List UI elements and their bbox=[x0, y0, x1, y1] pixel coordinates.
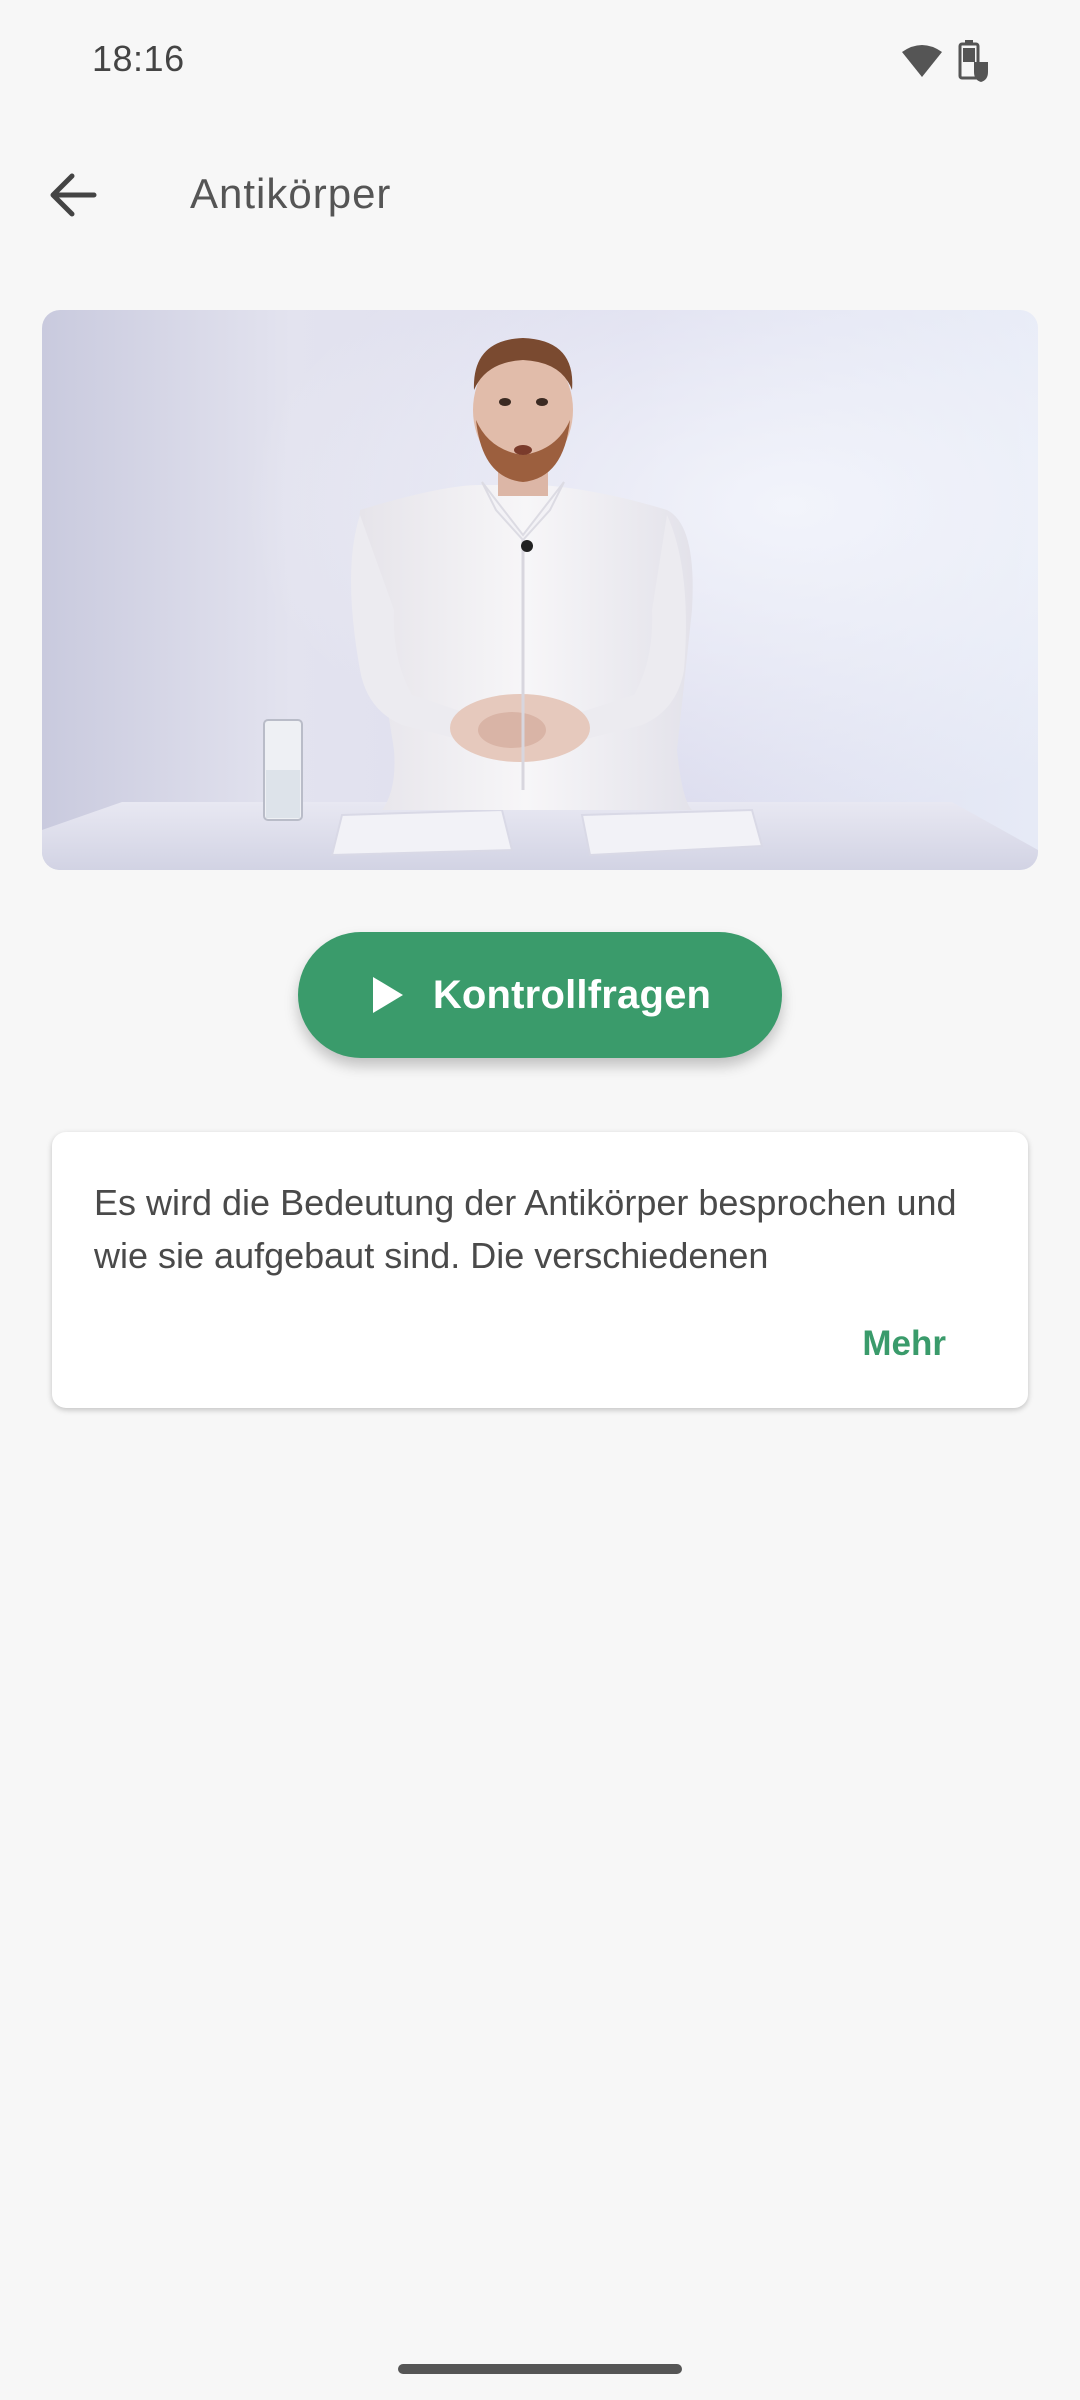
more-button[interactable]: Mehr bbox=[862, 1324, 946, 1364]
app-bar: Antikörper bbox=[0, 150, 1080, 240]
play-icon bbox=[372, 977, 403, 1013]
page-title: Antikörper bbox=[190, 170, 392, 217]
back-button[interactable] bbox=[38, 160, 108, 230]
description-text: Es wird die Bedeutung der Antikörper bes… bbox=[94, 1182, 957, 1276]
gesture-navigation-bar[interactable] bbox=[398, 2364, 682, 2374]
kontrollfragen-label: Kontrollfragen bbox=[432, 972, 712, 1017]
video-thumbnail[interactable] bbox=[42, 310, 1038, 870]
status-bar: 18:16 bbox=[0, 0, 1080, 120]
wifi-icon bbox=[902, 44, 942, 78]
status-icons bbox=[902, 40, 990, 82]
battery-saver-icon bbox=[956, 40, 990, 82]
status-time: 18:16 bbox=[92, 38, 185, 79]
arrow-left-icon bbox=[50, 173, 97, 217]
kontrollfragen-button[interactable]: Kontrollfragen bbox=[298, 932, 782, 1058]
description-card: Es wird die Bedeutung der Antikörper bes… bbox=[52, 1132, 1028, 1408]
screen: 18:16 Antikörper Kontrollfragen Es wird … bbox=[0, 0, 1080, 2400]
